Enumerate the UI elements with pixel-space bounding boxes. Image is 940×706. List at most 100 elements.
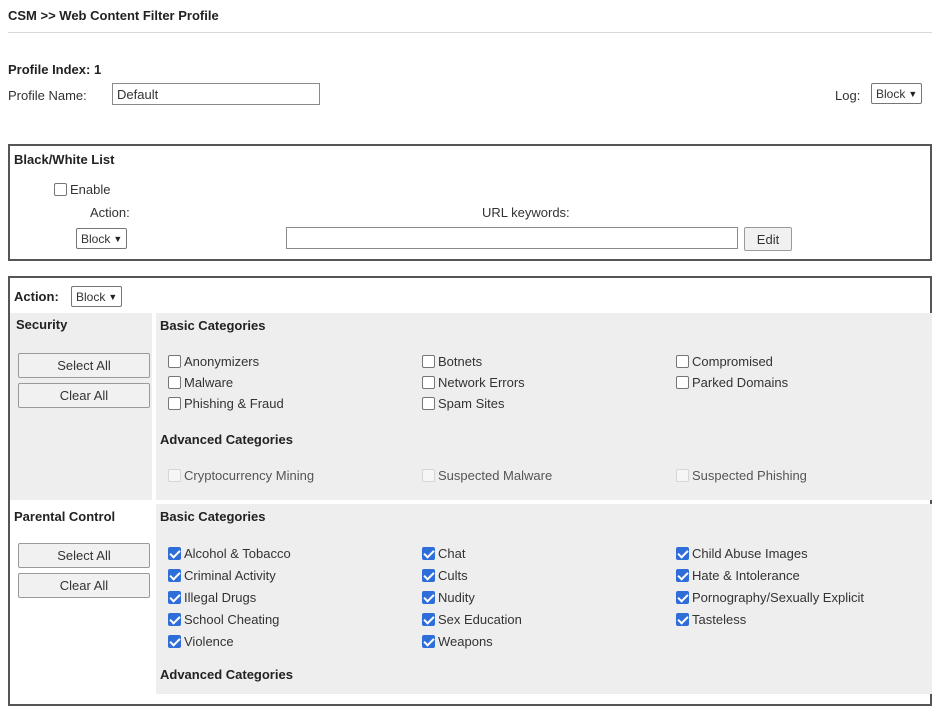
filter-action-select[interactable]: Block ▼ [71, 286, 123, 307]
category-suspected-phishing: Suspected Phishing [676, 468, 807, 483]
category-alcohol-tobacco[interactable]: Alcohol & Tobacco [168, 546, 291, 561]
parental-title: Parental Control [14, 509, 116, 524]
profile-name-label: Profile Name: [8, 88, 87, 103]
category-cryptocurrency-mining: Cryptocurrency Mining [168, 468, 314, 483]
bwlist-url-label: URL keywords: [482, 205, 570, 220]
category-child-abuse-images[interactable]: Child Abuse Images [676, 546, 808, 561]
category-label: School Cheating [184, 612, 280, 627]
log-select-value: Block [876, 86, 906, 101]
category-parked-domains[interactable]: Parked Domains [676, 375, 788, 390]
category-label: Phishing & Fraud [184, 396, 284, 411]
bwlist-action-label: Action: [90, 205, 130, 220]
category-checkbox[interactable] [422, 547, 435, 561]
category-nudity[interactable]: Nudity [422, 590, 475, 605]
profile-index: Profile Index: 1 [8, 62, 102, 77]
filter-action-label: Action: [14, 289, 59, 304]
parental-select-all-button[interactable]: Select All [18, 543, 150, 568]
category-botnets[interactable]: Botnets [422, 354, 482, 369]
category-label: Child Abuse Images [692, 546, 808, 561]
category-checkbox [422, 469, 435, 483]
category-tasteless[interactable]: Tasteless [676, 612, 746, 627]
category-label: Tasteless [692, 612, 747, 627]
category-illegal-drugs[interactable]: Illegal Drugs [168, 590, 256, 605]
parental-advanced-title: Advanced Categories [160, 667, 293, 682]
category-phishing-fraud[interactable]: Phishing & Fraud [168, 396, 284, 411]
category-label: Network Errors [438, 375, 525, 390]
bwlist-enable[interactable]: Enable [54, 182, 110, 197]
category-checkbox[interactable] [422, 613, 435, 627]
category-label: Violence [184, 634, 234, 649]
category-label: Spam Sites [438, 396, 505, 411]
filter-action-value: Block [76, 289, 106, 304]
category-label: Malware [184, 375, 234, 390]
category-checkbox[interactable] [168, 613, 181, 627]
category-chat[interactable]: Chat [422, 546, 465, 561]
security-title: Security [16, 317, 68, 332]
bwlist-title: Black/White List [14, 152, 115, 167]
parental-clear-all-button[interactable]: Clear All [18, 573, 150, 598]
log-label: Log: [835, 88, 861, 103]
category-checkbox[interactable] [422, 376, 435, 390]
category-label: Cryptocurrency Mining [184, 468, 315, 483]
category-sex-education[interactable]: Sex Education [422, 612, 522, 627]
category-checkbox[interactable] [676, 569, 689, 583]
category-label: Compromised [692, 354, 773, 369]
category-checkbox[interactable] [168, 591, 181, 605]
security-basic-title: Basic Categories [160, 318, 266, 333]
category-checkbox[interactable] [422, 635, 435, 649]
category-checkbox[interactable] [168, 635, 181, 649]
category-anonymizers[interactable]: Anonymizers [168, 354, 259, 369]
category-spam-sites[interactable]: Spam Sites [422, 396, 504, 411]
parental-basic-title: Basic Categories [160, 509, 266, 524]
category-compromised[interactable]: Compromised [676, 354, 773, 369]
profile-name-input[interactable] [112, 83, 320, 105]
category-pornography-sexually-explicit[interactable]: Pornography/Sexually Explicit [676, 590, 864, 605]
category-school-cheating[interactable]: School Cheating [168, 612, 279, 627]
bwlist-action-select[interactable]: Block ▼ [76, 228, 128, 249]
category-checkbox[interactable] [168, 397, 181, 411]
category-label: Illegal Drugs [184, 590, 257, 605]
edit-button[interactable]: Edit [744, 227, 792, 251]
enable-checkbox[interactable] [54, 183, 67, 197]
category-label: Chat [438, 546, 466, 561]
category-label: Botnets [438, 354, 483, 369]
category-label: Suspected Malware [438, 468, 553, 483]
category-checkbox[interactable] [676, 376, 689, 390]
category-label: Anonymizers [184, 354, 260, 369]
category-cults[interactable]: Cults [422, 568, 468, 583]
category-checkbox[interactable] [676, 613, 689, 627]
category-label: Sex Education [438, 612, 522, 627]
category-checkbox[interactable] [168, 569, 181, 583]
bwlist-action-value: Block [81, 231, 111, 246]
category-malware[interactable]: Malware [168, 375, 233, 390]
log-select[interactable]: Block ▼ [871, 83, 923, 104]
security-select-all-button[interactable]: Select All [18, 353, 150, 378]
category-checkbox[interactable] [422, 591, 435, 605]
category-label: Pornography/Sexually Explicit [692, 590, 864, 605]
category-label: Suspected Phishing [692, 468, 807, 483]
category-label: Weapons [438, 634, 493, 649]
url-keywords-input[interactable] [286, 227, 738, 249]
category-violence[interactable]: Violence [168, 634, 234, 649]
category-network-errors[interactable]: Network Errors [422, 375, 525, 390]
category-checkbox[interactable] [676, 547, 689, 561]
category-checkbox [168, 469, 181, 483]
category-label: Criminal Activity [184, 568, 276, 583]
category-criminal-activity[interactable]: Criminal Activity [168, 568, 276, 583]
category-checkbox[interactable] [168, 355, 181, 369]
category-checkbox[interactable] [422, 569, 435, 583]
category-checkbox[interactable] [168, 376, 181, 390]
category-label: Hate & Intolerance [692, 568, 800, 583]
title-divider [8, 32, 932, 33]
security-clear-all-button[interactable]: Clear All [18, 383, 150, 408]
category-checkbox[interactable] [422, 397, 435, 411]
category-hate-intolerance[interactable]: Hate & Intolerance [676, 568, 800, 583]
category-checkbox[interactable] [168, 547, 181, 561]
category-checkbox[interactable] [422, 355, 435, 369]
category-weapons[interactable]: Weapons [422, 634, 493, 649]
chevron-down-icon: ▼ [113, 233, 123, 244]
category-label: Nudity [438, 590, 475, 605]
enable-label: Enable [70, 182, 111, 197]
category-checkbox[interactable] [676, 591, 689, 605]
category-checkbox[interactable] [676, 355, 689, 369]
